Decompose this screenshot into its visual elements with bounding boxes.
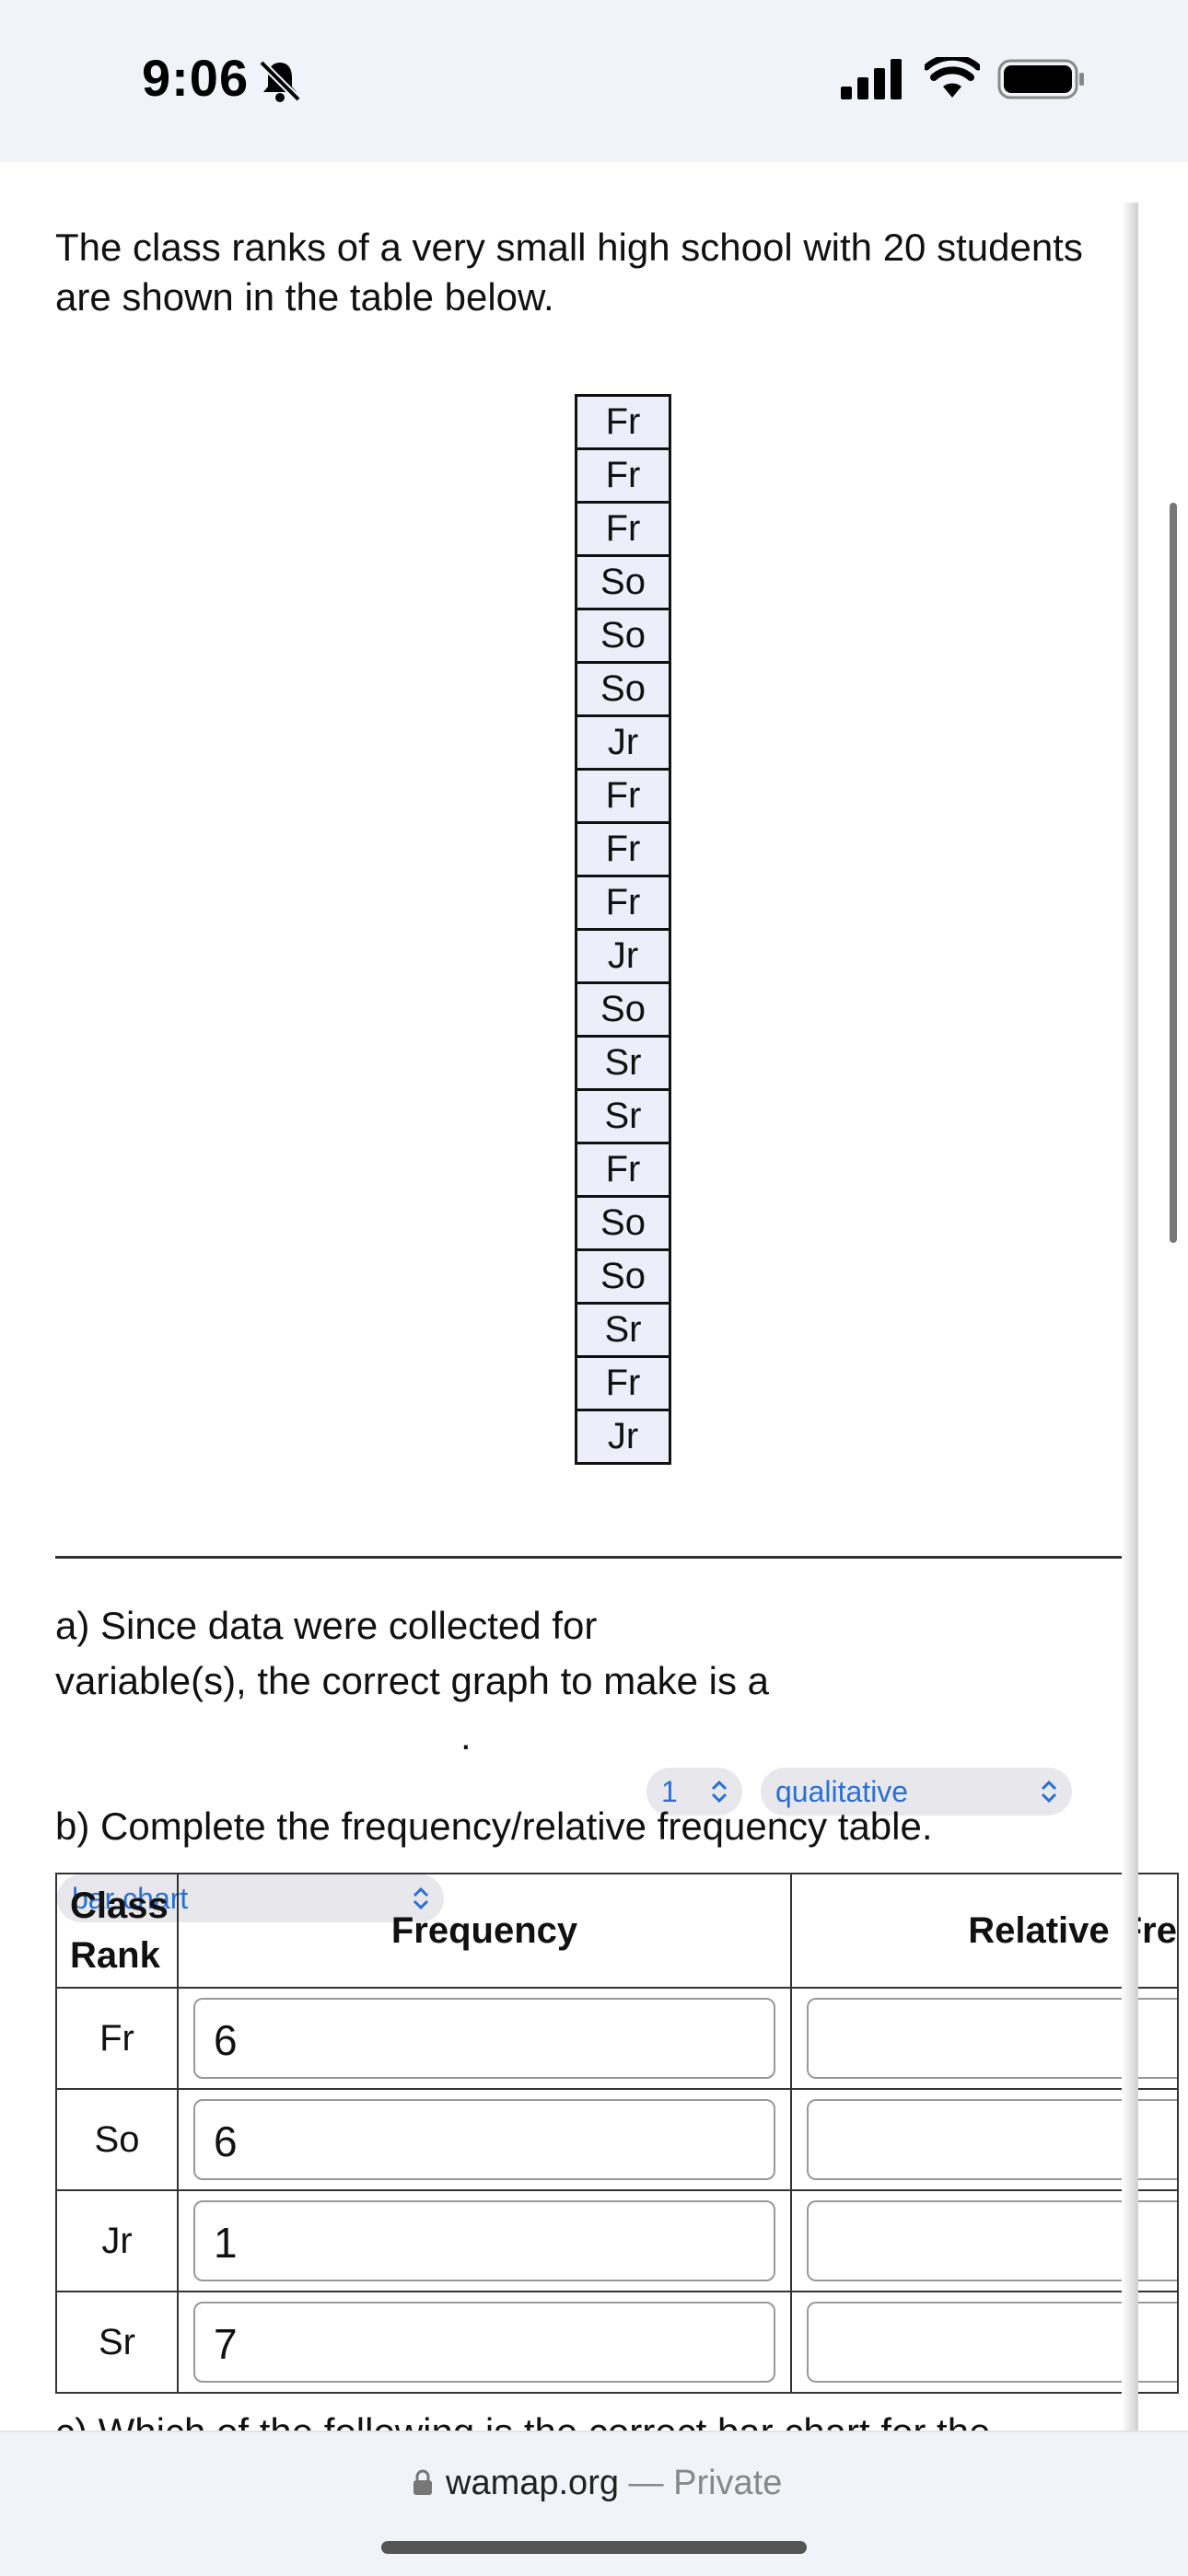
rank-row: Fr — [575, 394, 671, 450]
rank-row: Jr — [575, 1409, 671, 1465]
home-indicator[interactable] — [381, 2541, 807, 2554]
frequency-row: Sr 7 — [55, 2291, 1179, 2394]
part-a-text-1: a) Since data were collected for — [55, 1604, 598, 1647]
battery-icon — [997, 59, 1084, 99]
rank-cell: Jr — [575, 714, 671, 771]
relative-frequency-cell — [790, 1987, 1179, 2090]
rank-row: So — [575, 608, 671, 664]
header-relative-frequency: Relative Fre — [790, 1873, 1179, 1989]
rank-cell: Fr — [575, 501, 671, 557]
rank-cell: Fr — [575, 821, 671, 877]
rank-cell: Sr — [575, 1302, 671, 1358]
scrollbar[interactable] — [1170, 503, 1177, 1243]
rank-cell: So — [575, 661, 671, 717]
url-display[interactable]: wamap.org — Private — [413, 2464, 782, 2503]
frequency-input[interactable]: 7 — [193, 2302, 775, 2383]
bell-muted-icon — [259, 60, 301, 102]
rank-cell: So — [575, 1248, 671, 1305]
rank-row: So — [575, 1195, 671, 1251]
frequency-cell: 6 — [177, 1987, 792, 2090]
wifi-icon — [925, 57, 980, 98]
browser-address-bar[interactable]: wamap.org — Private — [0, 2431, 1188, 2576]
question-intro: The class ranks of a very small high sch… — [55, 226, 1083, 319]
relative-frequency-cell — [790, 2088, 1179, 2191]
frequency-cell: 6 — [177, 2088, 792, 2191]
variable-count-value: 1 — [661, 1775, 678, 1808]
rank-row: So — [575, 1248, 671, 1305]
frequency-row: So 6 — [55, 2088, 1179, 2191]
part-a-text-2: variable(s), the correct graph to make i… — [55, 1659, 769, 1702]
rank-row: Fr — [575, 501, 671, 557]
class-rank-cell: Jr — [55, 2189, 179, 2292]
part-b-prompt: b) Complete the frequency/relative frequ… — [55, 1804, 933, 1848]
rank-cell: Fr — [575, 768, 671, 824]
status-time: 9:06 — [142, 49, 250, 107]
rank-cell: Fr — [575, 1355, 671, 1411]
rank-cell: Fr — [575, 875, 671, 931]
rank-row: Sr — [575, 1302, 671, 1358]
relative-frequency-cell — [790, 2189, 1179, 2292]
frequency-cell: 1 — [177, 2189, 792, 2292]
class-rank-cell: Sr — [55, 2291, 179, 2394]
rank-row: Fr — [575, 1355, 671, 1411]
rank-cell: Fr — [575, 394, 671, 450]
private-label: Private — [673, 2464, 783, 2502]
class-rank-cell: So — [55, 2088, 179, 2191]
rank-cell: Sr — [575, 1035, 671, 1091]
frequency-cell: 7 — [177, 2291, 792, 2394]
rank-row: Fr — [575, 1142, 671, 1198]
status-bar: 9:06 — [0, 0, 1188, 162]
rank-row: Fr — [575, 447, 671, 504]
header-class-rank: Class Rank — [55, 1873, 179, 1989]
rank-cell: So — [575, 608, 671, 664]
variable-type-value: qualitative — [775, 1775, 909, 1808]
rank-cell: So — [575, 1195, 671, 1251]
section-divider — [55, 1556, 1136, 1559]
web-content: The class ranks of a very small high sch… — [0, 162, 1188, 2431]
rank-row: Sr — [575, 1088, 671, 1144]
frequency-input[interactable]: 6 — [193, 2099, 775, 2180]
cellular-signal-icon — [841, 59, 902, 99]
frequency-row: Jr 1 — [55, 2189, 1179, 2292]
rank-cell: So — [575, 554, 671, 610]
part-c-prompt-cut: c) Which of the following is the correct… — [55, 2410, 990, 2431]
chevron-updown-icon — [711, 1780, 728, 1804]
rank-cell: So — [575, 981, 671, 1038]
rank-row: So — [575, 661, 671, 717]
url-domain: wamap.org — [446, 2464, 619, 2502]
lock-icon — [413, 2469, 432, 2495]
frequency-input[interactable]: 1 — [193, 2200, 775, 2281]
frequency-row: Fr 6 — [55, 1987, 1179, 2090]
frequency-input[interactable]: 6 — [193, 1998, 775, 2079]
page-edge-shadow — [1122, 203, 1138, 2431]
rank-row: Fr — [575, 768, 671, 824]
rank-row: So — [575, 981, 671, 1038]
class-rank-cell: Fr — [55, 1987, 179, 2090]
rank-cell: Sr — [575, 1088, 671, 1144]
rank-row: Jr — [575, 714, 671, 771]
class-rank-data-table: Fr Fr Fr So So So Jr Fr Fr Fr Jr So Sr Sr Fr So So Sr Fr Jr — [575, 394, 671, 1465]
part-a-period: . — [460, 1714, 472, 1758]
rank-cell: Jr — [575, 928, 671, 984]
relative-frequency-cell — [790, 2291, 1179, 2394]
frequency-table: Class Rank Frequency Relative Fre Fr 6 So 6… — [55, 1873, 1179, 2394]
rank-row: Sr — [575, 1035, 671, 1091]
header-frequency: Frequency — [177, 1873, 792, 1989]
rank-row: So — [575, 554, 671, 610]
rank-cell: Fr — [575, 1142, 671, 1198]
rank-row: Fr — [575, 875, 671, 931]
rank-cell: Fr — [575, 447, 671, 504]
url-separator: — — [628, 2464, 664, 2502]
chevron-updown-icon — [1041, 1780, 1057, 1804]
rank-row: Jr — [575, 928, 671, 984]
rank-row: Fr — [575, 821, 671, 877]
rank-cell: Jr — [575, 1409, 671, 1465]
